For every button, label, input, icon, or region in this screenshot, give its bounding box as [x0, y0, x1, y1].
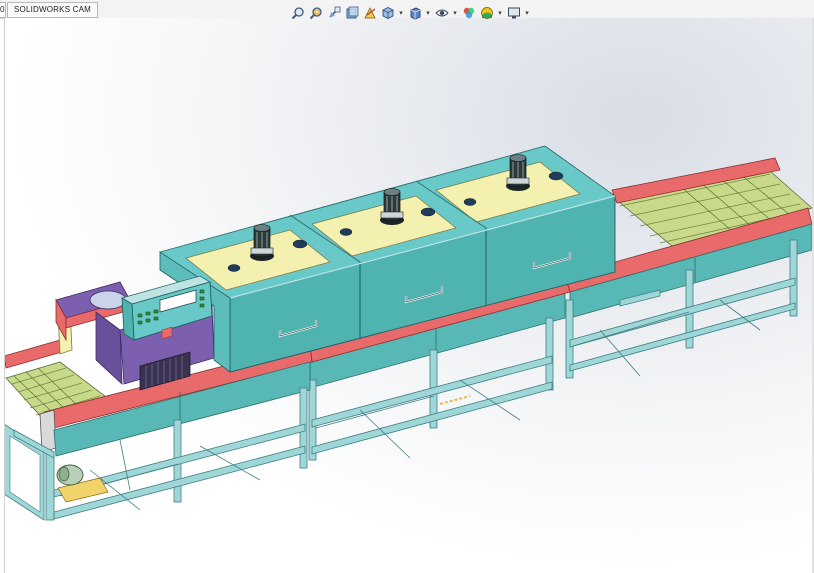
hide-show-items-dropdown-icon[interactable]: ▾	[452, 9, 458, 17]
dynamic-annotation-views-icon[interactable]	[362, 6, 377, 21]
viewport-left-border	[4, 18, 5, 573]
edit-appearance-icon[interactable]	[461, 6, 476, 21]
view-orientation-dropdown-icon[interactable]: ▾	[398, 9, 404, 17]
view-orientation-icon[interactable]	[380, 6, 395, 21]
view-settings-dropdown-icon[interactable]: ▾	[524, 9, 530, 17]
graphics-viewport[interactable]	[4, 18, 814, 573]
zoom-to-area-icon[interactable]	[308, 6, 323, 21]
zoom-to-fit-icon[interactable]	[290, 6, 305, 21]
view-settings-icon[interactable]	[506, 6, 521, 21]
conveyor-oven-model[interactable]	[4, 18, 814, 573]
display-style-dropdown-icon[interactable]: ▾	[425, 9, 431, 17]
heads-up-view-toolbar: ▾ ▾ ▾ ▾ ▾	[290, 4, 530, 22]
section-view-icon[interactable]	[344, 6, 359, 21]
display-style-icon[interactable]	[407, 6, 422, 21]
tab-solidworks-cam[interactable]: SOLIDWORKS CAM	[7, 2, 99, 18]
previous-view-icon[interactable]	[326, 6, 341, 21]
tab-previous[interactable]: 0	[0, 2, 6, 18]
hide-show-items-icon[interactable]	[434, 6, 449, 21]
apply-scene-dropdown-icon[interactable]: ▾	[497, 9, 503, 17]
apply-scene-icon[interactable]	[479, 6, 494, 21]
